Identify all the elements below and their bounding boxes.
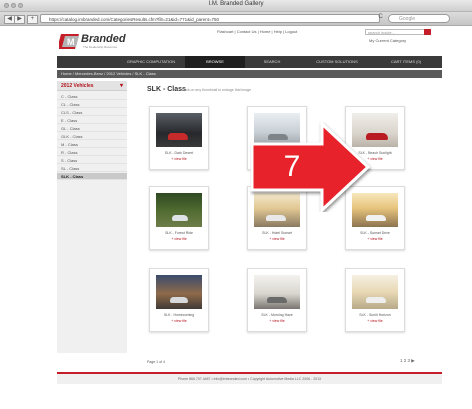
sidebar-item-sl-class[interactable]: SL - Class bbox=[57, 165, 127, 172]
site-logo[interactable]: M Branded The Dealership Resource bbox=[57, 30, 149, 50]
sidebar: 2012 Vehicles ▾ C - Class CL - Class CLS… bbox=[57, 81, 127, 353]
pagination[interactable]: 1 2 3 ▶ bbox=[400, 358, 415, 364]
sidebar-item-m-class[interactable]: M - Class bbox=[57, 141, 127, 148]
page-viewport: M Branded The Dealership Resource Flashc… bbox=[0, 26, 472, 409]
nav-item-search[interactable]: SEARCH bbox=[247, 56, 297, 68]
thumbnail-card[interactable]: SLK - Morning Haze + view file bbox=[247, 268, 307, 332]
view-file-link[interactable]: + view file bbox=[346, 319, 404, 323]
step-arrow-callout: 7 bbox=[250, 120, 375, 214]
thumbnail-caption: SLK - Sunset Drive bbox=[360, 231, 390, 235]
thumbnail-image[interactable] bbox=[156, 193, 202, 227]
thumbnail-image[interactable] bbox=[352, 275, 398, 309]
nav-item-cart[interactable]: CART ITEMS (0) bbox=[375, 56, 437, 68]
nav-item-browse[interactable]: BROWSE bbox=[185, 56, 245, 68]
thumbnail-caption: SLK - Morning Haze bbox=[261, 313, 293, 317]
thumbnail-caption: SLK - Dark Desert bbox=[164, 151, 194, 155]
browser-toolbar: ◀ ▶ + https://catalog.imbranded.com/Cate… bbox=[0, 12, 472, 26]
thumbnail-card[interactable]: SLK - Sunlit Horizon + view file bbox=[345, 268, 405, 332]
step-number: 7 bbox=[283, 150, 301, 183]
thumbnail-card[interactable]: SLK - Dark Desert + view file bbox=[149, 106, 209, 170]
view-file-link[interactable]: + view file bbox=[150, 237, 208, 241]
thumbnail-caption: SLK - Homecoming bbox=[163, 313, 195, 317]
sidebar-item-gl-class[interactable]: GL - Class bbox=[57, 125, 127, 132]
breadcrumb[interactable]: Home / Mercedes-Benz / 2012 Vehicles / S… bbox=[57, 70, 442, 78]
sidebar-heading: 2012 Vehicles ▾ bbox=[57, 81, 127, 91]
address-bar[interactable]: https://catalog.imbranded.com/Categories… bbox=[40, 14, 380, 23]
reload-button[interactable]: C bbox=[376, 14, 385, 21]
svg-text:M: M bbox=[67, 37, 75, 47]
view-file-link[interactable]: + view file bbox=[346, 237, 404, 241]
chevron-down-icon[interactable]: ▾ bbox=[120, 81, 123, 91]
view-file-link[interactable]: + view file bbox=[150, 319, 208, 323]
page-subtitle: Click on any thumbnail to enlarge that i… bbox=[182, 88, 252, 92]
view-file-link[interactable]: + view file bbox=[248, 237, 306, 241]
sidebar-item-e-class[interactable]: E - Class bbox=[57, 117, 127, 124]
nav-item-custom[interactable]: CUSTOM SOLUTIONS bbox=[302, 56, 372, 68]
sidebar-item-cl-class[interactable]: CL - Class bbox=[57, 101, 127, 108]
view-file-link[interactable]: + view file bbox=[150, 157, 208, 161]
right-arrow-icon bbox=[250, 120, 371, 214]
nav-item-graphic[interactable]: GRAPHIC COMPUTATION bbox=[117, 56, 185, 68]
page-title: SLK - Class bbox=[147, 86, 186, 93]
thumbnail-card[interactable]: SLK - Forest Ride + view file bbox=[149, 186, 209, 250]
window-title: I.M. Branded Gallery bbox=[208, 1, 264, 7]
thumbnail-image[interactable] bbox=[156, 275, 202, 309]
browser-search-input[interactable]: Google bbox=[388, 14, 450, 23]
thumbnail-image[interactable] bbox=[156, 113, 202, 147]
my-category-link[interactable]: My Current Category bbox=[369, 38, 406, 43]
site-search-input[interactable]: search inside... bbox=[365, 29, 425, 35]
sidebar-item-cls-class[interactable]: CLS - Class bbox=[57, 109, 127, 116]
view-file-link[interactable]: + view file bbox=[248, 319, 306, 323]
sidebar-heading-label: 2012 Vehicles bbox=[61, 83, 94, 89]
thumbnail-caption: SLK - Hotel Sunset bbox=[262, 231, 292, 235]
sidebar-item-s-class[interactable]: S - Class bbox=[57, 157, 127, 164]
sidebar-item-slk-class[interactable]: SLK - Class bbox=[57, 173, 127, 180]
main-nav: GRAPHIC COMPUTATION BROWSE SEARCH CUSTOM… bbox=[57, 56, 442, 68]
forward-button[interactable]: ▶ bbox=[14, 15, 25, 24]
sidebar-item-glk-class[interactable]: GLK - Class bbox=[57, 133, 127, 140]
site-search-button[interactable] bbox=[424, 29, 431, 35]
add-bookmark-button[interactable]: + bbox=[27, 15, 38, 24]
thumbnail-image[interactable] bbox=[254, 275, 300, 309]
thumbnail-caption: SLK - Forest Ride bbox=[165, 231, 193, 235]
thumbnail-card[interactable]: SLK - Homecoming + view file bbox=[149, 268, 209, 332]
page-count: Page 1 of 4 bbox=[147, 360, 165, 364]
site-footer: Phone 866.707.4467 • info@imbranded.com … bbox=[57, 372, 442, 384]
sidebar-item-c-class[interactable]: C - Class bbox=[57, 93, 127, 100]
browser-titlebar: I.M. Branded Gallery bbox=[0, 0, 472, 12]
logo-text: Branded bbox=[81, 33, 126, 45]
thumbnail-caption: SLK - Sunlit Horizon bbox=[359, 313, 391, 317]
logo-tagline: The Dealership Resource bbox=[83, 45, 118, 49]
sidebar-item-r-class[interactable]: R - Class bbox=[57, 149, 127, 156]
